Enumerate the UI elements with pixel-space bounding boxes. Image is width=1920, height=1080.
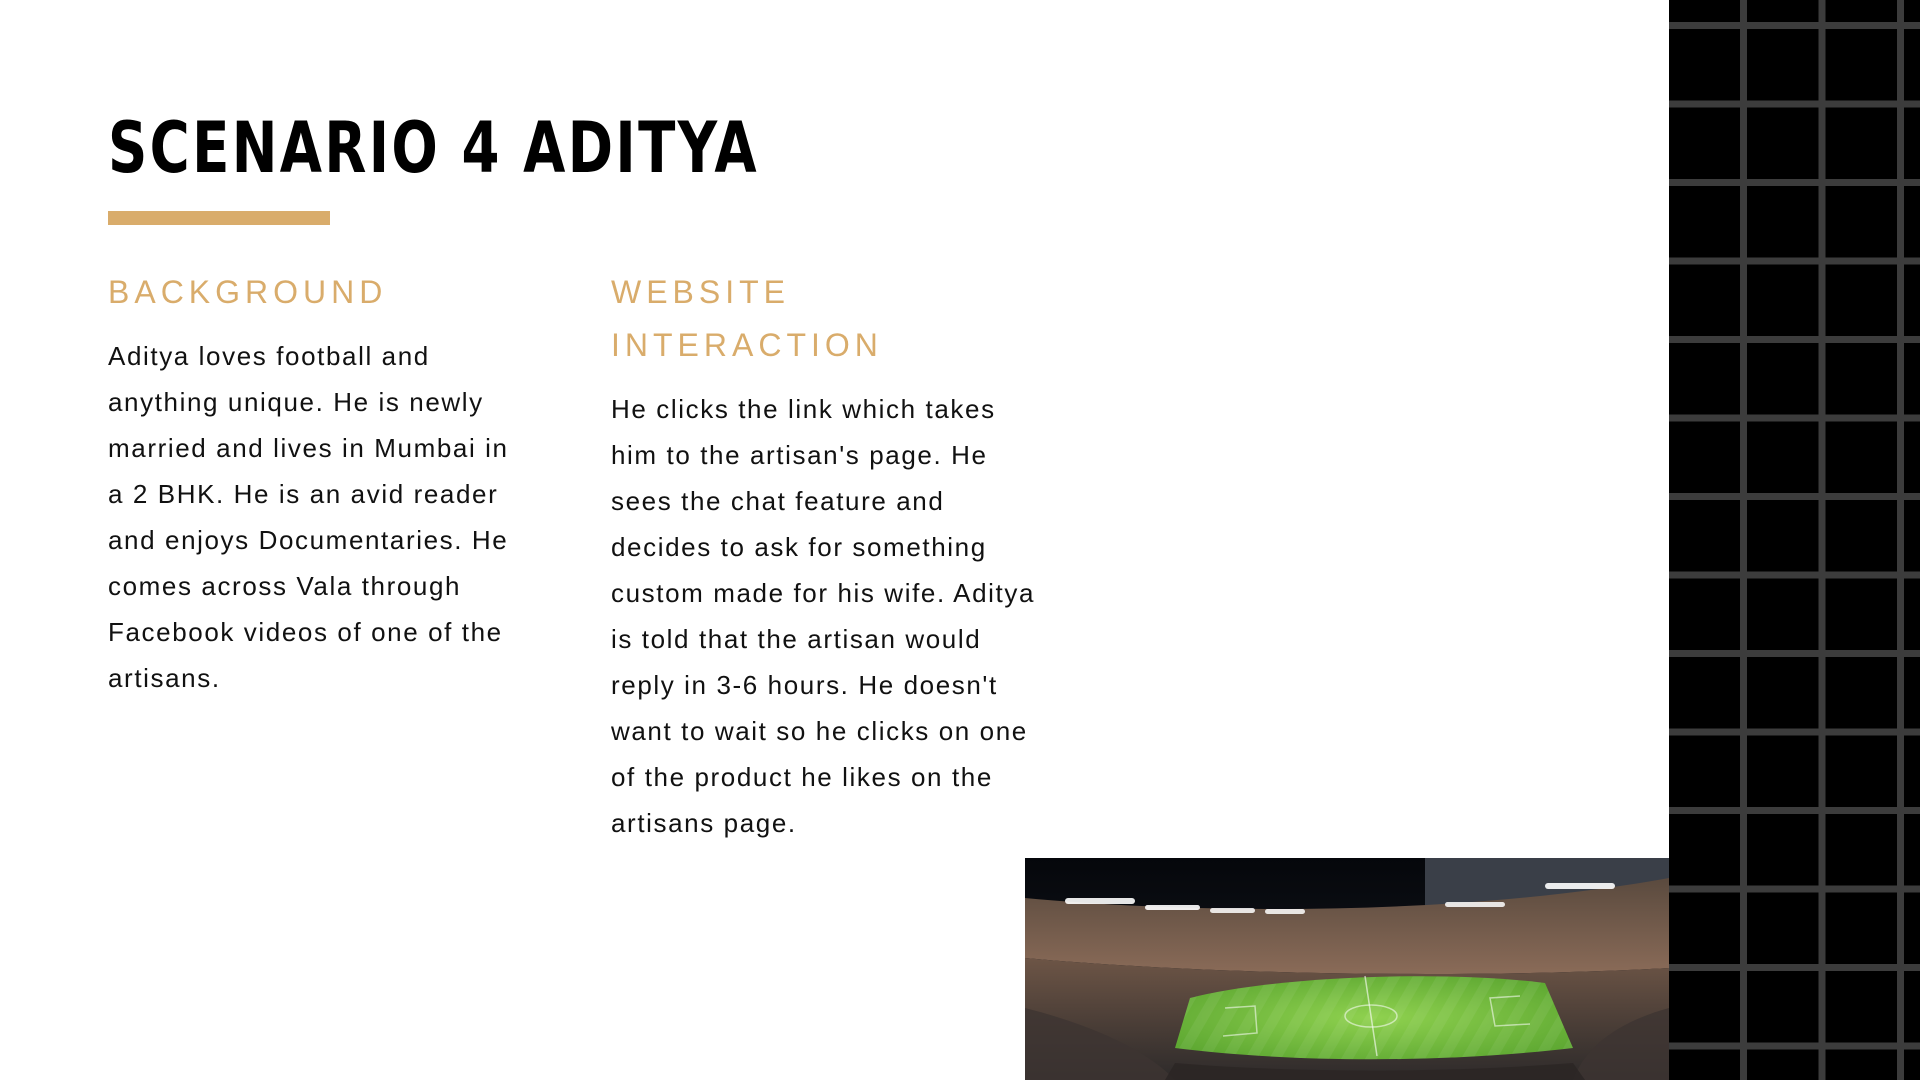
website-interaction-heading-line2: INTERACTION <box>611 327 883 363</box>
title-underline <box>108 211 330 225</box>
stadium-image <box>1025 858 1669 1080</box>
website-interaction-text: He clicks the link which takes him to th… <box>611 394 1036 838</box>
grid-pattern-panel <box>1669 0 1920 1080</box>
slide: SCENARIO 4 ADITYA BACKGROUND Aditya love… <box>0 0 1920 1080</box>
slide-title: SCENARIO 4 ADITYA <box>108 107 759 189</box>
website-interaction-heading: WEBSITE INTERACTION <box>611 266 941 372</box>
stadium-illustration <box>1025 858 1669 1080</box>
website-interaction-heading-line1: WEBSITE <box>611 274 791 310</box>
background-heading: BACKGROUND <box>108 274 388 310</box>
background-text: Aditya loves football and anything uniqu… <box>108 341 509 693</box>
